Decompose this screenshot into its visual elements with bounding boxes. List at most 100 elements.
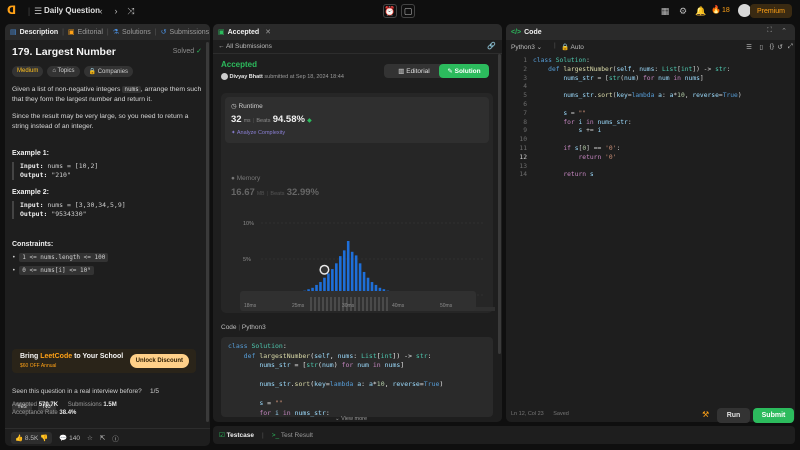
submitted-code[interactable]: class Solution: def largestNumber(self, …: [221, 337, 493, 417]
histogram-bar: [346, 241, 350, 295]
leetcode-logo-icon[interactable]: ᗡ: [7, 4, 19, 18]
line-number: 13: [519, 162, 527, 170]
maximize-icon[interactable]: ⛶: [767, 27, 772, 35]
streak-count[interactable]: 18: [722, 7, 730, 14]
language-selector[interactable]: Python3 ⌄: [511, 43, 542, 51]
companies-chip[interactable]: 🔒 Companies: [83, 66, 134, 77]
editorial-button[interactable]: ▥ Editorial: [384, 64, 444, 78]
like-button[interactable]: 👍 8.5K 👎: [11, 431, 53, 444]
notification-icon[interactable]: 🔔: [694, 4, 708, 18]
daily-question-title[interactable]: Daily Question: [44, 6, 100, 15]
editor-toolbar: Python3 ⌄ | 🔒 Auto ☰ ▯ {} ↺ ⤢: [506, 40, 795, 54]
analyze-complexity-link[interactable]: ✦ Analyze Complexity: [231, 130, 285, 136]
memory-section[interactable]: ● Memory 16.67 MB | Beats 32.99%: [231, 175, 319, 198]
tag-chips: Medium ⌂ Topics 🔒 Companies: [12, 66, 203, 77]
description-body: 179. Largest Number Solved ✓ Medium ⌂ To…: [5, 40, 210, 422]
problem-note: Since the result may be very large, so y…: [12, 113, 189, 130]
promo-title: Bring LeetCode to Your School: [20, 353, 124, 360]
help-icon[interactable]: ⓘ: [112, 433, 119, 443]
memory-values: 16.67 MB | Beats 32.99%: [231, 187, 319, 198]
run-button[interactable]: Run: [717, 408, 750, 423]
view-more-link[interactable]: ⌄ View more: [335, 416, 367, 422]
histogram-bar: [342, 250, 346, 295]
promo-banner[interactable]: Bring LeetCode to Your School $60 OFF An…: [12, 349, 196, 373]
minimize-icon[interactable]: ⌃: [781, 27, 787, 35]
code-line: return '0': [578, 153, 617, 161]
tab-separator: |: [261, 431, 264, 439]
next-icon[interactable]: ›: [109, 4, 123, 18]
problem-list-icon[interactable]: ☰: [31, 4, 45, 18]
fullscreen-icon[interactable]: ⤢: [788, 43, 793, 51]
thumbs-down-icon[interactable]: 👎: [40, 435, 48, 442]
premium-button[interactable]: Premium: [749, 4, 792, 18]
notes-icon[interactable]: ☰: [746, 43, 752, 51]
editorial-icon: ▣: [67, 29, 75, 36]
constraint-item: • 0 <= nums[i] <= 10⁹: [12, 266, 203, 275]
navigator-tick: 30ms: [342, 303, 355, 309]
topics-chip[interactable]: ⌂ Topics: [47, 66, 80, 77]
line-number: 12: [519, 153, 527, 161]
code-editor[interactable]: 1 2 3 4 5 6 7 8 9 10 11 12 13 14 class S…: [506, 57, 795, 387]
navigator-tick: 18ms: [244, 303, 257, 309]
settings-icon[interactable]: ⚙: [676, 4, 690, 18]
line-number: 4: [523, 83, 527, 91]
solutions-icon: ⚗: [112, 29, 119, 36]
star-icon[interactable]: ☆: [87, 434, 93, 442]
layout-icon[interactable]: ▦: [658, 4, 672, 18]
link-icon[interactable]: 🔗: [487, 42, 496, 50]
code-line: nums_str.sort(key=lambda a: a*10, revers…: [563, 92, 742, 100]
reset-icon[interactable]: ↺: [778, 43, 783, 51]
tab-solutions[interactable]: ⚗ Solutions: [112, 28, 151, 37]
line-number: 11: [519, 145, 527, 152]
example-1-block: Input: nums = [10,2] Output: "210": [12, 162, 203, 180]
debug-icon[interactable]: ⚒: [702, 410, 709, 419]
timer-icon[interactable]: ⏰: [383, 4, 397, 18]
comments-button[interactable]: 💬 140: [59, 434, 80, 442]
code-line: s += i: [578, 127, 602, 135]
tab-code[interactable]: </> Code: [511, 29, 542, 36]
solution-button[interactable]: ✎ Solution: [439, 64, 489, 78]
histogram-bar: [338, 256, 342, 295]
tab-description[interactable]: ▤ Description: [10, 28, 58, 37]
left-scrollbar[interactable]: [206, 42, 209, 422]
leaf-icon: ◆: [307, 118, 312, 124]
share-icon[interactable]: ⇱: [100, 434, 105, 442]
tab-test-result[interactable]: >_ Test Result: [272, 432, 313, 439]
all-submissions-link[interactable]: ← All Submissions: [218, 43, 272, 50]
unlock-discount-button[interactable]: Unlock Discount: [129, 354, 189, 368]
runtime-section[interactable]: ◷ Runtime 32 ms | Beats 94.58% ◆ ✦ Analy…: [225, 97, 489, 143]
auto-mode[interactable]: 🔒 Auto: [561, 43, 584, 51]
promo-subtitle: $60 OFF Annual: [20, 363, 57, 369]
braces-icon[interactable]: {}: [770, 43, 774, 50]
tab-submissions[interactable]: ↺ Submissions: [161, 28, 210, 37]
check-circle-icon: ✓: [196, 48, 202, 55]
tab-accepted[interactable]: ▣ Accepted: [218, 28, 259, 37]
tab-editorial[interactable]: ▣ Editorial: [67, 28, 103, 37]
constraints-list: • 1 <= nums.length <= 100 • 0 <= nums[i]…: [12, 253, 203, 275]
description-icon: ▤: [10, 29, 17, 36]
chart-navigator[interactable]: 18ms 25ms 30ms 40ms 50ms: [240, 291, 476, 311]
difficulty-chip[interactable]: Medium: [12, 66, 44, 77]
bookmark-icon[interactable]: ▯: [759, 43, 763, 51]
code-editor-panel: </> Code ⛶ ⌃ Python3 ⌄ | 🔒 Auto ☰ ▯ {} ↺ …: [506, 24, 795, 422]
navigator-tick: 50ms: [440, 303, 453, 309]
line-number: 9: [523, 127, 527, 135]
lock-icon: 🔒: [561, 44, 570, 51]
notes-icon[interactable]: ▢: [401, 4, 415, 18]
problem-description: Given a list of non-negative integers nu…: [12, 86, 202, 103]
mid-scrollbar[interactable]: [498, 54, 501, 354]
prev-icon[interactable]: ‹: [94, 4, 108, 18]
line-number: 2: [523, 65, 527, 73]
tab-testcase[interactable]: ☑ Testcase: [219, 431, 254, 439]
tab-separator: |: [154, 28, 157, 36]
submit-button[interactable]: Submit: [753, 408, 794, 423]
shuffle-icon[interactable]: ⤨: [124, 4, 138, 18]
y-tick-label: 5%: [243, 257, 251, 263]
code-line: class Solution:: [533, 57, 590, 64]
tab-separator: |: [106, 28, 109, 36]
description-footer: 👍 8.5K 👎 💬 140 ☆ ⇱ ⓘ: [5, 428, 210, 446]
solved-status: Solved ✓: [172, 48, 202, 55]
navigator-tick: 25ms: [292, 303, 305, 309]
author-name[interactable]: Divyay Bhatt: [230, 74, 263, 80]
close-tab-icon[interactable]: ✕: [265, 28, 271, 36]
